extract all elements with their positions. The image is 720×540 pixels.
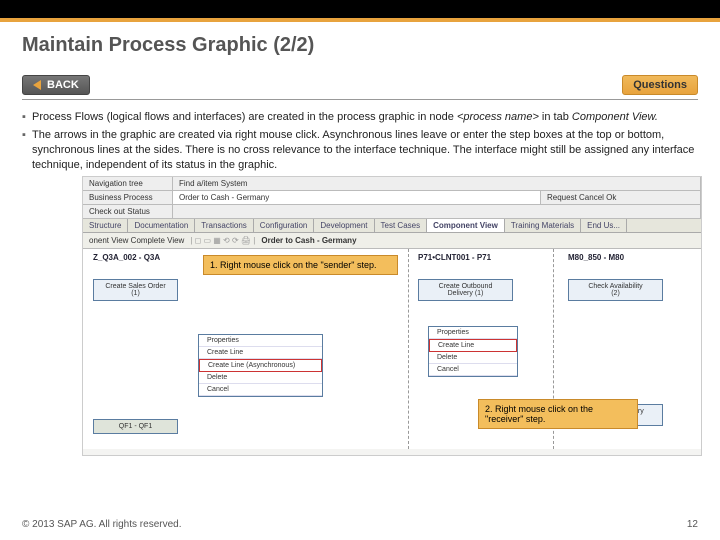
box-bottom[interactable]: QF1 - QF1 (93, 419, 178, 434)
bullet-2: The arrows in the graphic are created vi… (22, 128, 698, 173)
tab-development[interactable]: Development (314, 219, 374, 232)
callout-sender: 1. Right mouse click on the "sender" ste… (203, 255, 398, 275)
back-label: BACK (47, 79, 79, 91)
menu-create-line[interactable]: Create Line (199, 347, 322, 359)
menu-delete[interactable]: Delete (199, 372, 322, 384)
back-button[interactable]: BACK (22, 75, 90, 95)
tab-test-cases[interactable]: Test Cases (375, 219, 428, 232)
bp-label: Business Process (83, 191, 173, 204)
menu2-properties[interactable]: Properties (429, 327, 517, 339)
col1-head: Z_Q3A_002 - Q3A (93, 253, 160, 262)
tab-configuration[interactable]: Configuration (254, 219, 315, 232)
questions-button[interactable]: Questions (622, 75, 698, 95)
screenshot-panel: Navigation tree Find a/item System Busin… (82, 176, 702, 456)
tab-transactions[interactable]: Transactions (195, 219, 254, 232)
menu2-create-line[interactable]: Create Line (429, 339, 517, 352)
context-menu-receiver[interactable]: Properties Create Line Delete Cancel (428, 326, 518, 377)
bp-value: Order to Cash - Germany (173, 191, 541, 204)
tab-structure[interactable]: Structure (83, 219, 128, 232)
graphic-canvas: Z_Q3A_002 - Q3A P71•CLNT001 - P71 M80_85… (83, 249, 701, 449)
box-outbound[interactable]: Create OutboundDelivery (1) (418, 279, 513, 301)
copyright: © 2013 SAP AG. All rights reserved. (22, 519, 182, 530)
box-sales-order[interactable]: Create Sales Order(1) (93, 279, 178, 301)
nav-tree-label: Navigation tree (83, 177, 173, 190)
check-label: Check out Status (83, 205, 173, 218)
menu2-delete[interactable]: Delete (429, 352, 517, 364)
tab-component-view[interactable]: Component View (427, 219, 505, 232)
find-label: Find a/item System (173, 177, 701, 190)
footer: © 2013 SAP AG. All rights reserved. 12 (22, 519, 698, 530)
questions-label: Questions (633, 79, 687, 91)
menu2-cancel[interactable]: Cancel (429, 364, 517, 376)
bullet-list: Process Flows (logical flows and interfa… (22, 110, 698, 172)
page-title: Maintain Process Graphic (2/2) (22, 34, 698, 57)
tab-end-users[interactable]: End Us... (581, 219, 627, 232)
rc-buttons[interactable]: Request Cancel Ok (541, 191, 701, 204)
menu-properties[interactable]: Properties (199, 335, 322, 347)
view-mode[interactable]: onent View Complete View (89, 236, 184, 245)
tab-strip: Structure Documentation Transactions Con… (83, 219, 701, 233)
graphic-title: Order to Cash - Germany (261, 236, 356, 245)
menu-create-line-async[interactable]: Create Line (Asynchronous) (199, 359, 322, 372)
title-bar (0, 0, 720, 18)
tab-documentation[interactable]: Documentation (128, 219, 195, 232)
bp-row: Business Process Order to Cash - Germany… (83, 191, 701, 205)
check-row: Check out Status (83, 205, 701, 219)
menu-cancel[interactable]: Cancel (199, 384, 322, 396)
bullet-1: Process Flows (logical flows and interfa… (22, 110, 698, 125)
back-arrow-icon (33, 80, 41, 90)
callout-receiver: 2. Right mouse click on the "receiver" s… (478, 399, 638, 429)
info-row: Navigation tree Find a/item System (83, 177, 701, 191)
col2-head: P71•CLNT001 - P71 (418, 253, 491, 262)
tab-training[interactable]: Training Materials (505, 219, 581, 232)
col-divider-1 (408, 249, 409, 449)
col3-head: M80_850 - M80 (568, 253, 624, 262)
box-check-avail[interactable]: Check Availability(2) (568, 279, 663, 301)
nav-row: BACK Questions (22, 75, 698, 100)
graphic-toolbar: onent View Complete View | ◻ ▭ ▦ ⟲ ⟳ 🖨 |… (83, 233, 701, 249)
page-number: 12 (687, 519, 698, 530)
context-menu-sender[interactable]: Properties Create Line Create Line (Asyn… (198, 334, 323, 397)
